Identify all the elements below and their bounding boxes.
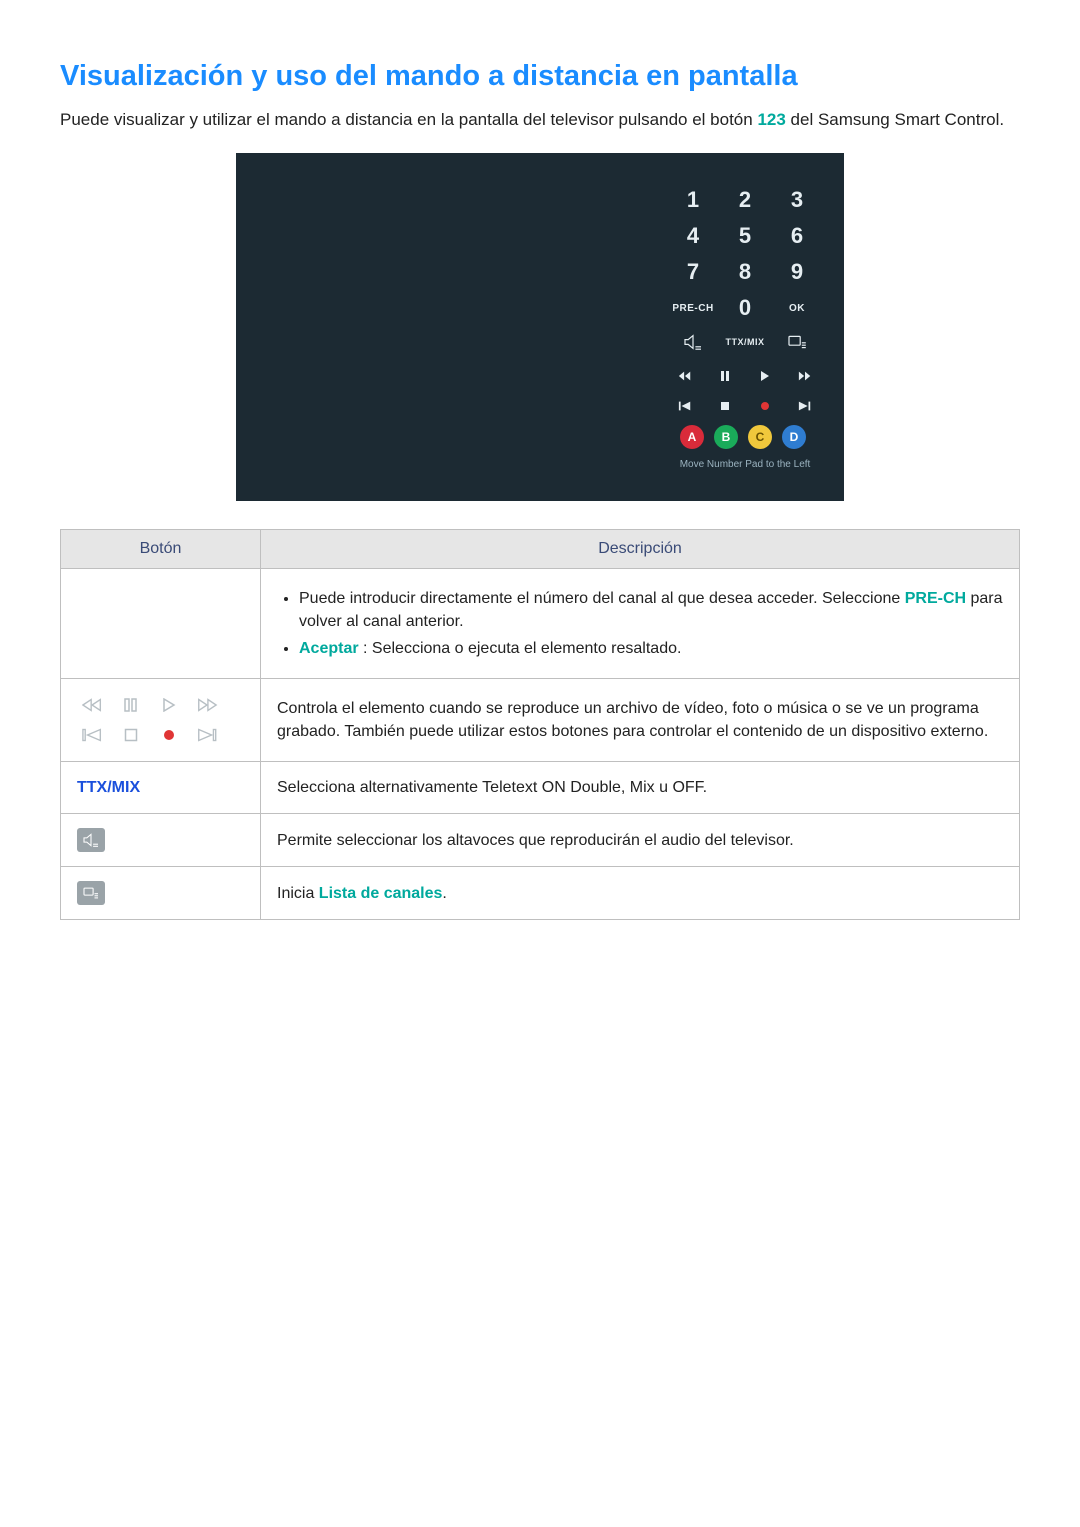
num-6[interactable]: 6	[774, 219, 820, 253]
color-c-button[interactable]: C	[748, 425, 772, 449]
text: : Selecciona o ejecuta el elemento resal…	[359, 640, 682, 657]
color-d-button[interactable]: D	[782, 425, 806, 449]
num-0[interactable]: 0	[722, 293, 768, 323]
num-1[interactable]: 1	[670, 183, 716, 217]
desc-numpad-li2: Aceptar : Selecciona o ejecuta el elemen…	[299, 637, 1003, 660]
button-description-table: Botón Descripción Puede introducir direc…	[60, 529, 1020, 921]
speakers-icon[interactable]	[670, 327, 716, 357]
table-row: Puede introducir directamente el número …	[61, 568, 1020, 679]
kw-123: 123	[757, 110, 785, 129]
table-row: Permite seleccionar los altavoces que re…	[61, 814, 1020, 867]
fast-forward-icon[interactable]	[788, 365, 822, 387]
fast-forward-outline-icon	[191, 693, 223, 717]
num-8[interactable]: 8	[722, 255, 768, 289]
ttxmix-label: TTX/MIX	[77, 779, 140, 796]
desc-chlist: Inicia Lista de canales.	[261, 867, 1020, 920]
kw-lista-canales: Lista de canales	[319, 885, 443, 902]
channel-list-icon[interactable]	[774, 327, 820, 357]
rewind-icon[interactable]	[668, 365, 702, 387]
text: Inicia	[277, 885, 319, 902]
intro-paragraph: Puede visualizar y utilizar el mando a d…	[60, 107, 1020, 133]
table-row: TTX/MIX Selecciona alternativamente Tele…	[61, 762, 1020, 814]
record-red-icon	[153, 723, 185, 747]
text: .	[442, 885, 446, 902]
play-icon[interactable]	[748, 365, 782, 387]
stop-outline-icon	[115, 723, 147, 747]
tv-screen: 1 2 3 4 5 6 7 8 9 PRE-CH 0 OK TTX/MIX	[236, 153, 844, 501]
kw-prech: PRE-CH	[905, 590, 966, 607]
channel-list-button-icon	[77, 881, 105, 905]
rewind-outline-icon	[77, 693, 109, 717]
color-a-button[interactable]: A	[680, 425, 704, 449]
text: Puede introducir directamente el número …	[299, 590, 905, 607]
desc-speakers: Permite seleccionar los altavoces que re…	[261, 814, 1020, 867]
kw-aceptar: Aceptar	[299, 640, 359, 657]
tv-screenshot: 1 2 3 4 5 6 7 8 9 PRE-CH 0 OK TTX/MIX	[60, 153, 1020, 501]
desc-playback: Controla el elemento cuando se reproduce…	[261, 679, 1020, 762]
skip-back-outline-icon	[77, 723, 109, 747]
stop-icon[interactable]	[708, 395, 742, 417]
record-icon[interactable]	[748, 395, 782, 417]
cell-playback-button	[61, 679, 261, 762]
num-9[interactable]: 9	[774, 255, 820, 289]
play-outline-icon	[153, 693, 185, 717]
num-7[interactable]: 7	[670, 255, 716, 289]
desc-ttxmix: Selecciona alternativamente Teletext ON …	[261, 762, 1020, 814]
cell-chlist-button	[61, 867, 261, 920]
num-4[interactable]: 4	[670, 219, 716, 253]
prech-button[interactable]: PRE-CH	[670, 293, 716, 323]
intro-post: del Samsung Smart Control.	[786, 110, 1004, 129]
remote-number-pad: 1 2 3 4 5 6 7 8 9 PRE-CH 0 OK TTX/MIX	[664, 183, 826, 470]
table-row: Controla el elemento cuando se reproduce…	[61, 679, 1020, 762]
cell-ttxmix-button: TTX/MIX	[61, 762, 261, 814]
skip-back-icon[interactable]	[668, 395, 702, 417]
num-5[interactable]: 5	[722, 219, 768, 253]
skip-forward-icon[interactable]	[788, 395, 822, 417]
pause-outline-icon	[115, 693, 147, 717]
table-row: Inicia Lista de canales.	[61, 867, 1020, 920]
num-2[interactable]: 2	[722, 183, 768, 217]
num-3[interactable]: 3	[774, 183, 820, 217]
cell-speakers-button	[61, 814, 261, 867]
th-boton: Botón	[61, 529, 261, 568]
hint-text: Move Number Pad to the Left	[664, 459, 826, 470]
intro-pre: Puede visualizar y utilizar el mando a d…	[60, 110, 757, 129]
desc-numpad-li1: Puede introducir directamente el número …	[299, 587, 1003, 633]
ttxmix-button[interactable]: TTX/MIX	[722, 327, 768, 357]
page-title: Visualización y uso del mando a distanci…	[60, 60, 1020, 93]
speakers-button-icon	[77, 828, 105, 852]
color-b-button[interactable]: B	[714, 425, 738, 449]
th-desc: Descripción	[261, 529, 1020, 568]
skip-forward-outline-icon	[191, 723, 223, 747]
cell-numpad-button	[61, 568, 261, 679]
ok-button[interactable]: OK	[774, 293, 820, 323]
pause-icon[interactable]	[708, 365, 742, 387]
